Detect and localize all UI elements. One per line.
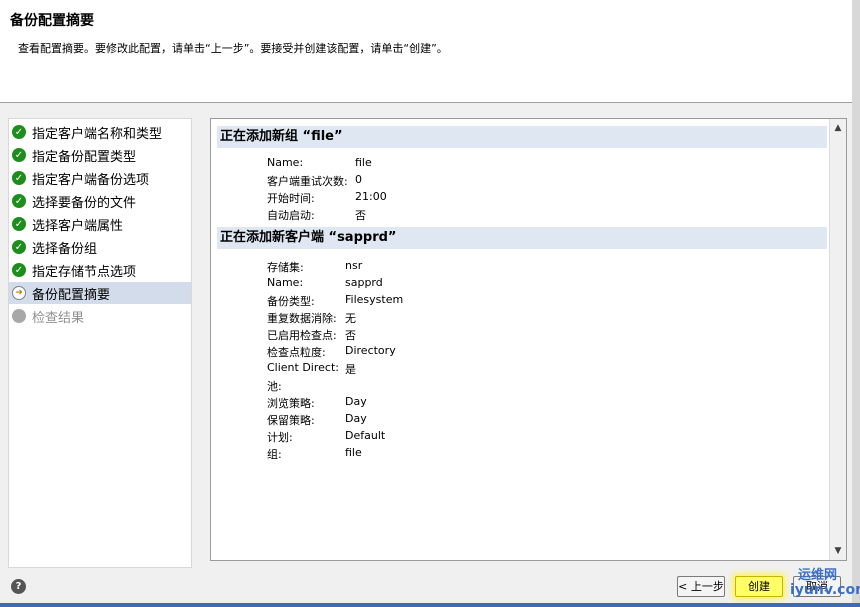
check-circle-icon: ✓ <box>12 171 26 185</box>
row-key: 检查点粒度: <box>267 346 326 359</box>
row-key: 组: <box>267 448 282 461</box>
scroll-down-icon[interactable]: ▼ <box>831 544 845 558</box>
row-value: sapprd <box>345 276 383 289</box>
check-circle-icon: ✓ <box>12 217 26 231</box>
step-item[interactable]: ✓ 指定客户端名称和类型 <box>9 121 191 143</box>
row-key: Name: <box>267 276 304 289</box>
row-value: file <box>345 446 362 459</box>
group-section-header: 正在添加新组 “file” <box>217 126 827 148</box>
check-circle-icon: ✓ <box>12 148 26 162</box>
row-key: 存储集: <box>267 261 304 274</box>
summary-panel: 正在添加新组 “file” Name: file 客户端重试次数: 0 开始时间… <box>210 118 847 561</box>
watermark-top: 运维网 <box>798 568 838 583</box>
row-value: Directory <box>345 344 396 357</box>
taskbar-strip <box>0 603 860 607</box>
help-icon[interactable]: ? <box>11 579 26 594</box>
check-circle-icon: ✓ <box>12 125 26 139</box>
back-button[interactable]: < 上一步 <box>677 576 725 597</box>
row-key: 重复数据消除: <box>267 312 337 325</box>
check-circle-icon: ✓ <box>12 263 26 277</box>
row-value: 0 <box>355 173 362 186</box>
step-item[interactable]: ✓ 指定客户端备份选项 <box>9 167 191 189</box>
check-circle-icon: ✓ <box>12 194 26 208</box>
step-item-current[interactable]: ➜ 备份配置摘要 <box>9 282 191 304</box>
row-key: 浏览策略: <box>267 397 315 410</box>
page-title: 备份配置摘要 <box>10 13 94 29</box>
row-key: 自动启动: <box>267 209 315 222</box>
row-value: 21:00 <box>355 190 387 203</box>
vertical-scrollbar[interactable]: ▲ ▼ <box>829 119 846 560</box>
step-item[interactable]: ✓ 选择备份组 <box>9 236 191 258</box>
step-label: 指定备份配置类型 <box>32 149 137 165</box>
step-item[interactable]: ✓ 指定备份配置类型 <box>9 144 191 166</box>
gray-circle-icon <box>12 309 26 323</box>
row-value: 否 <box>345 329 356 342</box>
step-label: 检查结果 <box>32 310 85 326</box>
step-item[interactable]: ✓ 指定存储节点选项 <box>9 259 191 281</box>
row-value: Default <box>345 429 386 442</box>
create-button[interactable]: 创建 <box>735 576 783 597</box>
row-key: 已启用检查点: <box>267 329 337 342</box>
row-key: 保留策略: <box>267 414 315 427</box>
row-key: 池: <box>267 380 282 393</box>
row-key: 计划: <box>267 431 293 444</box>
step-label: 选择客户端属性 <box>32 218 124 234</box>
page-subtitle: 查看配置摘要。要修改此配置，请单击“上一步”。要接受并创建该配置，请单击“创建”… <box>18 42 448 55</box>
watermark-bottom: iyunv.com <box>790 582 860 598</box>
wizard-header: 备份配置摘要 查看配置摘要。要修改此配置，请单击“上一步”。要接受并创建该配置，… <box>0 0 860 103</box>
arrow-circle-icon: ➜ <box>12 286 26 300</box>
row-key: 备份类型: <box>267 295 315 308</box>
step-label: 选择要备份的文件 <box>32 195 137 211</box>
step-item-pending: 检查结果 <box>9 305 191 327</box>
window-edge <box>852 0 860 607</box>
row-key: Client Direct: <box>267 361 339 374</box>
steps-panel: ✓ 指定客户端名称和类型 ✓ 指定备份配置类型 ✓ 指定客户端备份选项 ✓ 选择… <box>8 118 192 568</box>
step-label: 备份配置摘要 <box>32 287 111 303</box>
step-label: 选择备份组 <box>32 241 98 257</box>
row-key: Name: <box>267 156 304 169</box>
step-label: 指定客户端名称和类型 <box>32 126 163 142</box>
client-section-header: 正在添加新客户端 “sapprd” <box>217 227 827 249</box>
scroll-up-icon[interactable]: ▲ <box>831 121 845 135</box>
row-value: Filesystem <box>345 293 404 306</box>
row-value: Day <box>345 395 367 408</box>
row-key: 开始时间: <box>267 192 315 205</box>
row-key: 客户端重试次数: <box>267 175 348 188</box>
row-value: 是 <box>345 363 356 376</box>
row-value: nsr <box>345 259 363 272</box>
row-value: Day <box>345 412 367 425</box>
step-label: 指定存储节点选项 <box>32 264 137 280</box>
row-value: 否 <box>355 209 366 222</box>
step-item[interactable]: ✓ 选择客户端属性 <box>9 213 191 235</box>
step-label: 指定客户端备份选项 <box>32 172 150 188</box>
watermark-logo: 运维网 iyunv.com <box>790 564 860 604</box>
row-value: file <box>355 156 372 169</box>
row-value: 无 <box>345 312 356 325</box>
step-item[interactable]: ✓ 选择要备份的文件 <box>9 190 191 212</box>
check-circle-icon: ✓ <box>12 240 26 254</box>
